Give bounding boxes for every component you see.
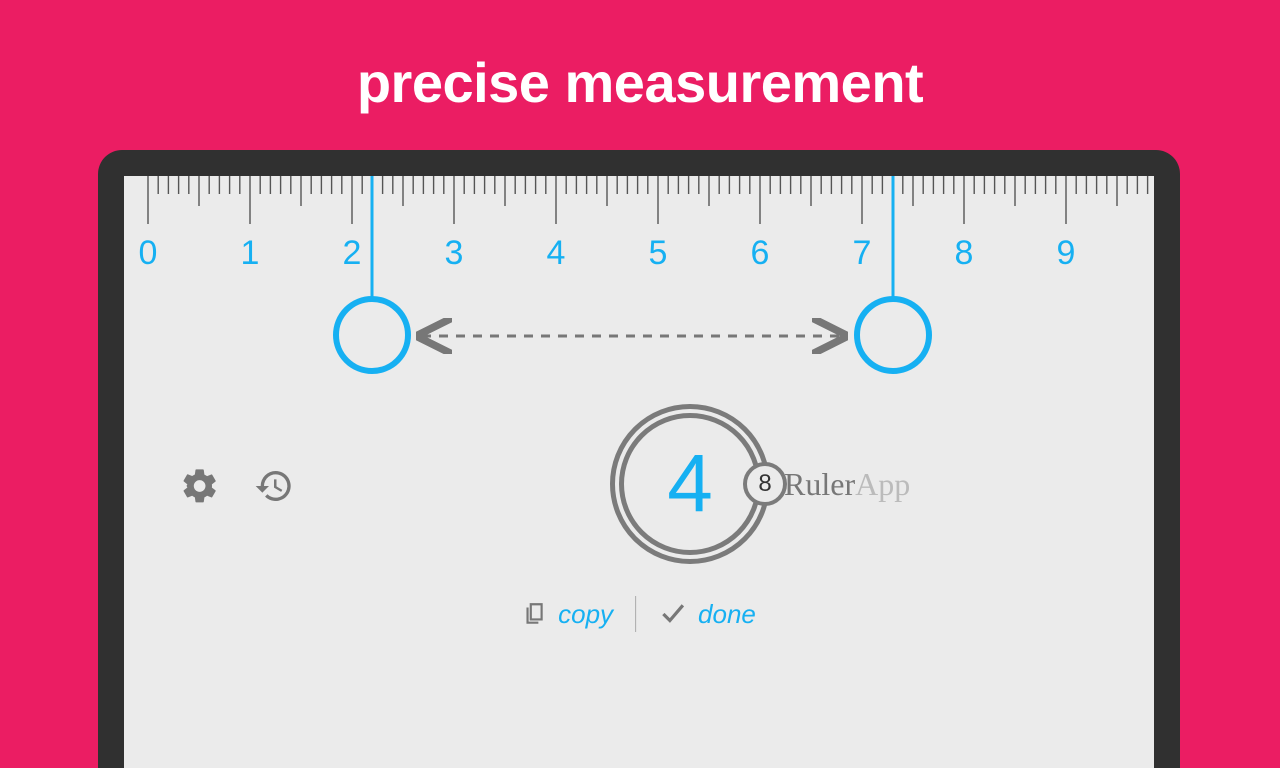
- done-button[interactable]: done: [658, 599, 756, 630]
- app-screen: 4 8 RulerApp copy done 0 1 2 3 4 5 6 7 8 9: [124, 176, 1154, 768]
- ruler-label: 1: [241, 234, 260, 273]
- measurement-minor: 8: [743, 462, 787, 506]
- ruler-label: 3: [445, 234, 464, 273]
- done-label: done: [698, 599, 756, 630]
- gear-icon: [180, 466, 220, 506]
- marker-left-handle[interactable]: [333, 296, 411, 374]
- marker-right-line: [891, 176, 894, 302]
- copy-label: copy: [558, 599, 613, 630]
- history-button[interactable]: [254, 466, 294, 506]
- ruler-label: 5: [649, 234, 668, 273]
- copy-button[interactable]: copy: [522, 599, 613, 630]
- copy-icon: [522, 601, 548, 627]
- checkmark-icon: [658, 601, 688, 627]
- ruler-label: 8: [955, 234, 974, 273]
- ruler-label: 7: [853, 234, 872, 273]
- ruler-label: 4: [547, 234, 566, 273]
- span-arrow: [416, 316, 848, 356]
- action-row: copy done: [522, 596, 756, 632]
- brand-name-dark: Ruler: [784, 466, 855, 502]
- marker-right-handle[interactable]: [854, 296, 932, 374]
- marker-left-line: [371, 176, 374, 302]
- ruler-label: 9: [1057, 234, 1076, 273]
- ruler-label: 6: [751, 234, 770, 273]
- measurement-display: 4 8: [610, 404, 770, 564]
- history-icon: [254, 466, 294, 506]
- brand-name-light: App: [855, 466, 910, 502]
- action-divider: [635, 596, 636, 632]
- device-frame: 4 8 RulerApp copy done 0 1 2 3 4 5 6 7 8 9: [98, 150, 1180, 768]
- brand-label: RulerApp: [784, 466, 910, 503]
- ruler-label: 2: [343, 234, 362, 273]
- ruler-scale: [124, 176, 1154, 286]
- hero-title: precise measurement: [0, 0, 1280, 115]
- settings-button[interactable]: [180, 466, 220, 506]
- ruler-label: 0: [139, 234, 158, 273]
